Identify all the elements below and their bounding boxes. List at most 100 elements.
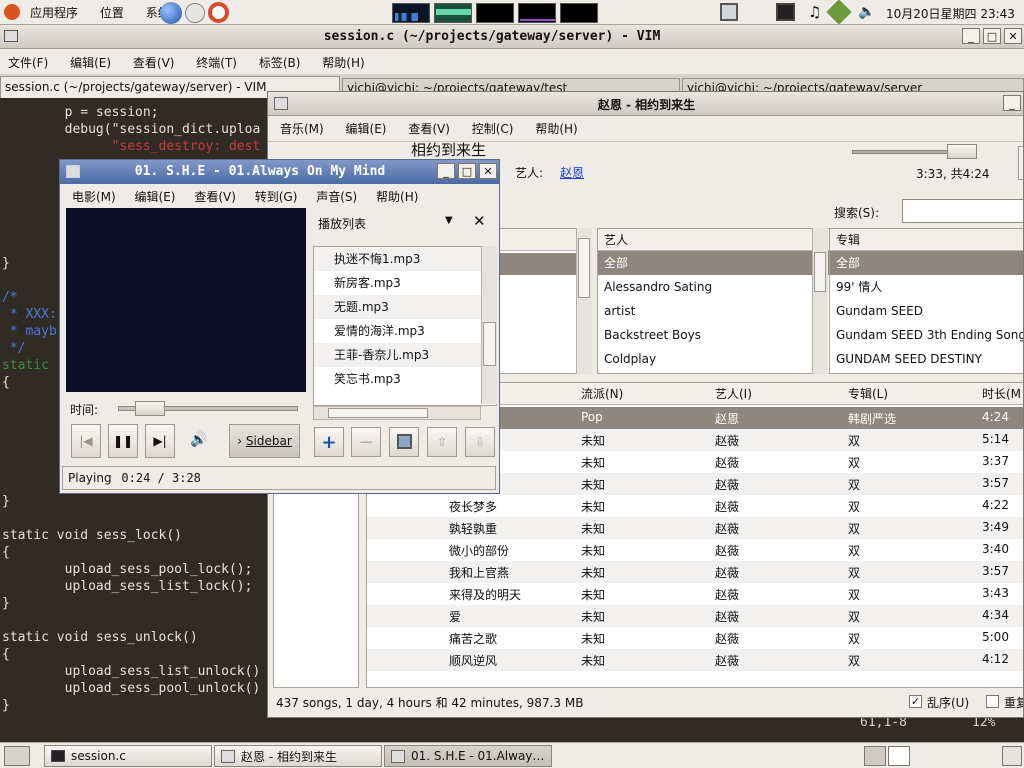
menu-movie[interactable]: 电影(M) <box>72 190 116 204</box>
minimize-icon[interactable]: _ <box>437 163 455 179</box>
volume-button[interactable] <box>1018 146 1023 180</box>
menu-help[interactable]: 帮助(H) <box>322 56 364 70</box>
minimize-icon[interactable]: _ <box>1003 95 1021 111</box>
artist-row[interactable]: 全部 <box>598 251 836 275</box>
previous-button[interactable]: |◀ <box>71 424 101 458</box>
move-up-button[interactable]: ⇧ <box>427 427 457 457</box>
menu-control[interactable]: 控制(C) <box>472 122 514 136</box>
volume-icon[interactable]: 🔊 <box>190 432 207 448</box>
artist-link[interactable]: 赵恩 <box>560 164 584 181</box>
menu-file[interactable]: 文件(F) <box>8 56 48 70</box>
column-artist[interactable]: 艺人(I) <box>715 383 752 405</box>
track-row[interactable]: 爱 未知 赵薇 双 4:34 <box>367 605 1023 627</box>
column-album[interactable]: 专辑(L) <box>848 383 888 405</box>
remove-from-playlist-button[interactable]: − <box>351 427 381 457</box>
position-slider[interactable] <box>118 401 298 416</box>
chevron-down-icon[interactable]: ▼ <box>445 215 453 226</box>
track-row[interactable]: 微小的部份 未知 赵薇 双 3:40 <box>367 539 1023 561</box>
artist-scrollbar[interactable] <box>812 228 828 374</box>
playlist-item[interactable]: 新房客.mp3 <box>314 271 496 295</box>
menu-help[interactable]: 帮助(H) <box>535 122 577 136</box>
artist-header[interactable]: 艺人 <box>598 229 836 251</box>
minimize-icon[interactable]: _ <box>962 28 980 44</box>
album-row[interactable]: 99' 情人 <box>830 275 1023 299</box>
help-icon[interactable] <box>208 2 229 23</box>
playlist-item[interactable]: 爱情的海洋.mp3 <box>314 319 496 343</box>
panel-menu-places[interactable]: 位置 <box>100 6 124 20</box>
next-button[interactable]: ▶| <box>145 424 175 458</box>
video-area[interactable] <box>66 208 306 392</box>
pause-button[interactable]: ❚❚ <box>108 424 138 458</box>
menu-view[interactable]: 查看(V) <box>194 190 236 204</box>
close-icon[interactable]: ✕ <box>1004 28 1022 44</box>
menu-view[interactable]: 查看(V) <box>408 122 450 136</box>
playlist-item[interactable]: 执迷不悔1.mp3 <box>314 247 496 271</box>
menu-edit[interactable]: 编辑(E) <box>346 122 387 136</box>
panel-menu-applications[interactable]: 应用程序 <box>30 6 78 20</box>
clock[interactable]: 10月20日星期四 23:43 <box>886 5 1015 22</box>
seek-slider-handle[interactable] <box>947 144 977 159</box>
menu-music[interactable]: 音乐(M) <box>280 122 324 136</box>
workspace-switcher-1[interactable] <box>864 746 886 766</box>
seek-slider[interactable] <box>852 144 977 159</box>
volume-icon[interactable]: 🔈 <box>858 4 875 20</box>
search-input[interactable] <box>902 199 1023 223</box>
maximize-icon[interactable]: □ <box>983 28 1001 44</box>
playlist-hscrollbar[interactable] <box>313 406 481 420</box>
menu-view[interactable]: 查看(V) <box>133 56 175 70</box>
shuffle-checkbox[interactable]: ✓ <box>909 695 922 708</box>
vim-titlebar[interactable]: session.c (~/projects/gateway/server) - … <box>0 25 1024 49</box>
taskbar-item-vim[interactable]: session.c <box>44 745 212 767</box>
album-row[interactable]: GUNDAM SEED DESTINY <box>830 347 1023 371</box>
browser-icon[interactable] <box>160 2 182 24</box>
playlist-item[interactable]: 王菲-香奈儿.mp3 <box>314 343 496 367</box>
save-playlist-button[interactable] <box>389 427 419 457</box>
column-length[interactable]: 时长(M <box>982 383 1021 405</box>
menu-help[interactable]: 帮助(H) <box>376 190 418 204</box>
maximize-icon[interactable]: □ <box>458 163 476 179</box>
menu-go[interactable]: 转到(G) <box>255 190 298 204</box>
computer-icon[interactable] <box>720 3 738 21</box>
workspace-switcher-2[interactable] <box>888 746 910 766</box>
menu-edit[interactable]: 编辑(E) <box>135 190 176 204</box>
track-row[interactable]: 夜长梦多 未知 赵薇 双 4:22 <box>367 495 1023 517</box>
track-row[interactable]: 孰轻孰重 未知 赵薇 双 3:49 <box>367 517 1023 539</box>
menu-tabs[interactable]: 标签(B) <box>259 56 301 70</box>
artist-row[interactable]: Coldplay <box>598 347 836 371</box>
artist-row[interactable]: artist <box>598 299 836 323</box>
move-down-button[interactable]: ⇩ <box>465 427 495 457</box>
playlist-vscrollbar[interactable] <box>481 246 497 404</box>
repeat-checkbox[interactable] <box>986 695 999 708</box>
menu-sound[interactable]: 声音(S) <box>316 190 357 204</box>
album-header[interactable]: 专辑 <box>830 229 1023 251</box>
playlist-list[interactable]: 执迷不悔1.mp3 新房客.mp3 无题.mp3 爱情的海洋.mp3 王菲-香奈… <box>313 246 497 406</box>
album-row[interactable]: Gundam SEED <box>830 299 1023 323</box>
menu-terminal[interactable]: 终端(T) <box>196 56 237 70</box>
track-row[interactable]: 我和上官燕 未知 赵薇 双 3:57 <box>367 561 1023 583</box>
artist-pane[interactable]: 艺人 全部 Alessandro Sating artist Backstree… <box>597 228 837 374</box>
taskbar-item-rhythmbox[interactable]: 赵恩 - 相约到来生 <box>214 745 382 767</box>
sidebar-toggle-button[interactable]: › Sidebar <box>229 424 300 458</box>
show-desktop-icon[interactable] <box>4 746 30 766</box>
taskbar-item-totem[interactable]: 01. S.H.E - 01.Alway… <box>384 745 552 767</box>
artist-row[interactable]: Backstreet Boys <box>598 323 836 347</box>
music-note-icon[interactable]: ♫ <box>808 3 821 21</box>
album-row[interactable]: Gundam SEED 3th Ending Song <box>830 323 1023 347</box>
album-pane[interactable]: 专辑 全部 99' 情人 Gundam SEED Gundam SEED 3th… <box>829 228 1023 374</box>
rhythmbox-titlebar[interactable]: 赵恩 - 相约到来生 _ <box>268 92 1023 116</box>
update-icon[interactable] <box>826 0 852 25</box>
track-row[interactable]: 来得及的明天 未知 赵薇 双 3:43 <box>367 583 1023 605</box>
track-row[interactable]: 痛苦之歌 未知 赵薇 双 5:00 <box>367 627 1023 649</box>
genre-scrollbar[interactable] <box>576 228 592 374</box>
playlist-item[interactable]: 无题.mp3 <box>314 295 496 319</box>
ubuntu-logo-icon[interactable] <box>4 4 20 20</box>
terminal-icon[interactable] <box>776 3 795 21</box>
totem-titlebar[interactable]: 01. S.H.E - 01.Always On My Mind _ □ ✕ <box>60 160 499 184</box>
column-genre[interactable]: 流派(N) <box>581 383 623 405</box>
trash-icon[interactable] <box>1002 746 1022 766</box>
mail-clock-icon[interactable] <box>185 3 205 23</box>
close-sidebar-icon[interactable]: ✕ <box>473 212 486 230</box>
track-row[interactable]: 顺风逆风 未知 赵薇 双 4:12 <box>367 649 1023 671</box>
playlist-item[interactable]: 笑忘书.mp3 <box>314 367 496 391</box>
add-to-playlist-button[interactable]: + <box>314 427 344 457</box>
